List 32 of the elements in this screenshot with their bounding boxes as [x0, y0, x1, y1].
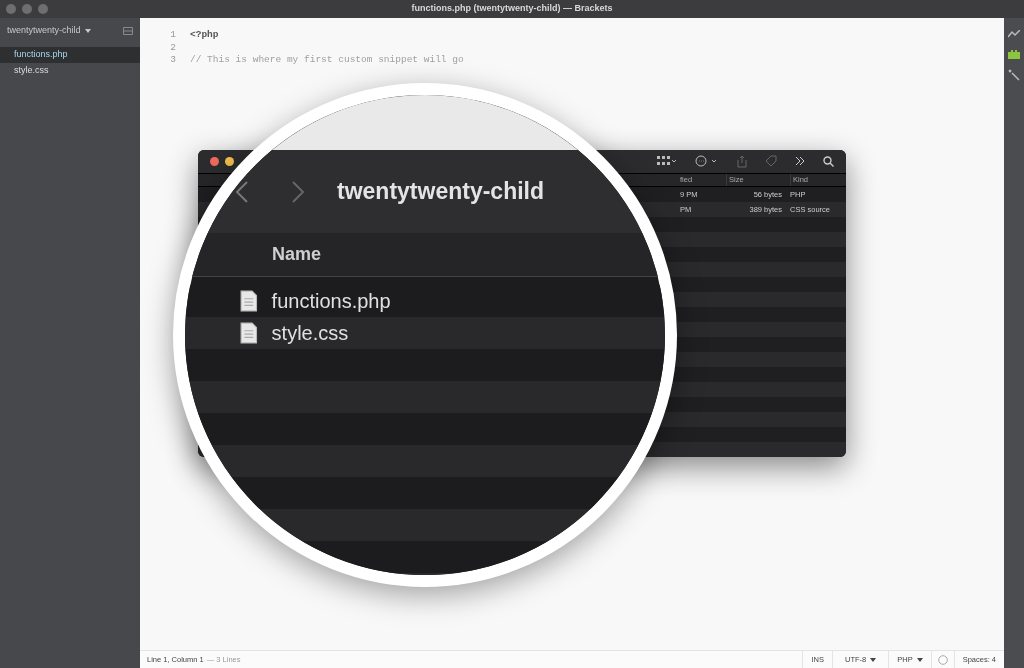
file-name[interactable]: functions.php [271, 286, 391, 316]
line-number: 2 [169, 40, 176, 55]
split-view-icon[interactable] [123, 27, 133, 35]
line-number: 1 [169, 28, 176, 43]
caret-icon [870, 657, 877, 662]
view-options-icon[interactable] [657, 156, 677, 167]
caret-icon [84, 29, 91, 33]
wand-icon[interactable] [1008, 69, 1020, 81]
double-chevron-icon[interactable] [795, 156, 805, 167]
back-icon[interactable] [235, 180, 249, 203]
extension-icon[interactable] [1008, 48, 1020, 59]
close-window-button[interactable] [210, 156, 219, 166]
tag-icon[interactable] [765, 155, 777, 168]
more-options-icon[interactable] [695, 155, 719, 168]
document-icon [240, 322, 258, 344]
caret-icon [916, 657, 923, 662]
minimize-window-button[interactable] [225, 156, 234, 166]
file-item[interactable]: functions.php [0, 47, 140, 63]
code-line: // This is where my first custom snippet will go [190, 53, 464, 68]
file-name[interactable]: style.css [271, 318, 349, 348]
forward-icon[interactable] [291, 180, 305, 203]
live-preview-icon[interactable] [1008, 30, 1020, 38]
line-number: 3 [169, 53, 176, 68]
document-icon [240, 290, 258, 312]
search-icon[interactable] [823, 155, 834, 167]
folder-title: twentytwenty-child [337, 177, 544, 207]
file-item[interactable]: style.css [0, 63, 140, 79]
share-icon[interactable] [737, 154, 747, 168]
column-header[interactable]: Name [272, 241, 322, 268]
window-title: functions.php (twentytwenty-child) — Brackets [411, 2, 613, 16]
code-line: <?php [190, 28, 219, 43]
project-dropdown[interactable]: twentytwenty-child [7, 24, 91, 38]
